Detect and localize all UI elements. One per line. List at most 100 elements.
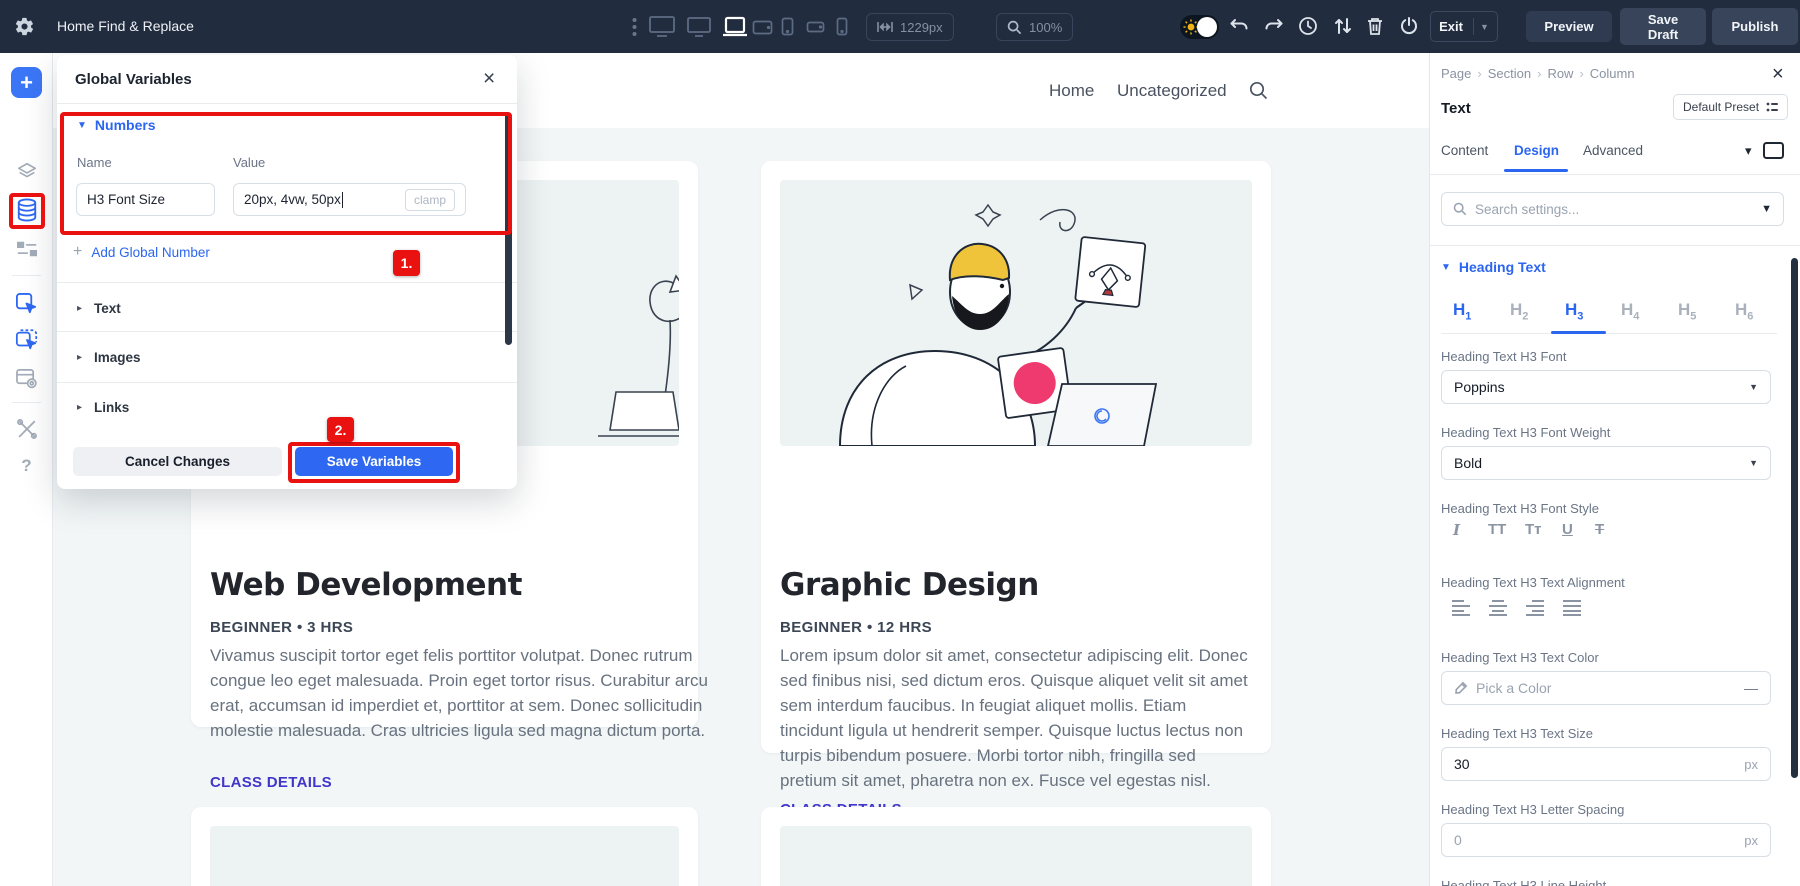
text-size-input[interactable]: 30 px [1441, 747, 1771, 781]
power-settings-icon[interactable] [1399, 16, 1419, 36]
exit-label: Exit [1439, 19, 1463, 34]
builder-settings-gear-icon[interactable] [14, 16, 35, 37]
images-section-header[interactable]: ▸ Images [77, 350, 141, 365]
site-search-icon[interactable] [1249, 81, 1268, 100]
italic-style-icon[interactable]: I [1453, 521, 1460, 539]
cancel-changes-button[interactable]: Cancel Changes [73, 447, 282, 476]
underline-style-icon[interactable]: U [1562, 521, 1573, 538]
heading-level-h4[interactable]: H4 [1621, 300, 1639, 322]
element-selector-icon[interactable] [0, 288, 53, 318]
import-export-icon[interactable] [1334, 16, 1352, 36]
breakpoint-tablet-landscape-icon[interactable] [752, 20, 773, 35]
breadcrumb-column[interactable]: Column [1590, 66, 1635, 81]
align-right-icon[interactable] [1525, 599, 1545, 616]
links-section-header[interactable]: ▸ Links [77, 400, 129, 415]
settings-search-input[interactable]: Search settings... ▼ [1441, 192, 1784, 226]
annotation-box-numbers-section [60, 112, 512, 235]
align-center-icon[interactable] [1488, 599, 1508, 616]
text-section-header[interactable]: ▸ Text [77, 301, 121, 316]
duplicate-selector-icon[interactable] [0, 325, 53, 355]
add-global-number-button[interactable]: + Add Global Number [73, 243, 210, 261]
filter-icon[interactable]: ▼ [1761, 203, 1772, 215]
trash-icon[interactable] [1366, 16, 1384, 36]
align-justify-icon[interactable] [1562, 599, 1582, 616]
course-card-graphic-design[interactable]: Graphic Design BEGINNER • 12 HRS Lorem i… [761, 161, 1271, 753]
course-card-partial-right[interactable]: A [761, 807, 1271, 886]
tab-design[interactable]: Design [1514, 143, 1559, 158]
active-tab-underline [1504, 169, 1568, 172]
zoom-magnifier-icon [1007, 20, 1022, 35]
course-card-partial-left[interactable] [191, 807, 698, 886]
layers-tree-icon[interactable] [0, 157, 53, 187]
undo-icon[interactable] [1229, 17, 1249, 35]
dark-mode-toggle[interactable] [1180, 15, 1219, 39]
strikethrough-style-icon[interactable]: T [1595, 521, 1604, 538]
modal-divider [57, 382, 517, 383]
breadcrumb-row[interactable]: Row [1547, 66, 1573, 81]
uppercase-style-icon[interactable]: TT [1488, 521, 1506, 538]
class-details-link[interactable]: CLASS DETAILS [210, 774, 332, 791]
publish-button[interactable]: Publish [1712, 8, 1798, 45]
template-library-icon[interactable] [0, 363, 53, 393]
add-element-button[interactable]: + [11, 67, 42, 98]
nav-link-home[interactable]: Home [1049, 53, 1094, 128]
align-left-icon[interactable] [1451, 599, 1471, 616]
breakpoint-phone-portrait-icon[interactable] [836, 17, 848, 36]
tab-advanced[interactable]: Advanced [1583, 143, 1643, 158]
canvas-zoom-control[interactable]: 100% [996, 13, 1073, 41]
preview-label: Preview [1544, 19, 1593, 34]
links-section-label: Links [94, 400, 129, 415]
font-style-label: Heading Text H3 Font Style [1441, 501, 1599, 516]
canvas-width-control[interactable]: 1229px [866, 13, 954, 41]
font-weight-select[interactable]: Bold ▼ [1441, 446, 1771, 480]
font-select[interactable]: Poppins ▼ [1441, 370, 1771, 404]
help-glyph: ? [21, 456, 31, 476]
settings-sliders-icon[interactable] [0, 234, 53, 264]
heading-level-h6[interactable]: H6 [1735, 300, 1753, 322]
default-preset-label: Default Preset [1683, 100, 1759, 114]
font-weight-value: Bold [1454, 455, 1482, 471]
panel-close-icon[interactable]: × [1772, 63, 1784, 86]
heading-level-h1[interactable]: H1 [1453, 300, 1471, 322]
heading-level-h3-active[interactable]: H3 [1565, 300, 1583, 322]
help-icon[interactable]: ? [0, 451, 53, 481]
text-color-label: Heading Text H3 Text Color [1441, 650, 1599, 665]
heading-level-h5[interactable]: H5 [1678, 300, 1696, 322]
breakpoint-desktop-icon[interactable] [686, 16, 712, 38]
save-draft-label: Save Draft [1640, 12, 1686, 42]
more-options-icon[interactable] [632, 17, 637, 37]
exit-button[interactable]: Exit ▼ [1430, 11, 1498, 42]
clear-color-dash-icon[interactable]: — [1744, 680, 1758, 696]
breakpoint-desktop-large-icon[interactable] [648, 15, 676, 38]
responsive-preview-icon[interactable] [1762, 141, 1785, 160]
redo-icon[interactable] [1264, 17, 1284, 35]
default-preset-button[interactable]: Default Preset [1673, 94, 1788, 120]
tab-content[interactable]: Content [1441, 143, 1488, 158]
nav-link-category[interactable]: Uncategorized [1117, 53, 1227, 128]
heading-text-section-header[interactable]: ▼ Heading Text [1441, 259, 1546, 275]
panel-scrollbar[interactable] [1791, 258, 1798, 778]
breakpoint-phone-landscape-icon[interactable] [806, 21, 825, 33]
course-illustration-graphic-design [780, 180, 1252, 446]
tools-icon[interactable] [0, 414, 53, 444]
spacing-unit[interactable]: px [1744, 833, 1758, 848]
text-color-input[interactable]: Pick a Color — [1441, 671, 1771, 705]
breadcrumb-section[interactable]: Section [1488, 66, 1531, 81]
plus-icon: + [73, 243, 82, 261]
letter-spacing-input[interactable]: 0 px [1441, 823, 1771, 857]
history-clock-icon[interactable] [1298, 16, 1318, 36]
breakpoint-laptop-icon-active[interactable] [722, 16, 748, 38]
course-illustration-partial: A [780, 826, 1252, 886]
modal-close-icon[interactable]: × [483, 69, 495, 89]
breakpoint-tablet-portrait-icon[interactable] [781, 17, 794, 36]
sidebar-divider [12, 402, 41, 403]
step-2-label: 2. [335, 422, 347, 438]
exit-caret-icon[interactable]: ▼ [1474, 22, 1489, 32]
capitalize-style-icon[interactable]: Tᴛ [1525, 521, 1542, 538]
size-unit[interactable]: px [1744, 757, 1758, 772]
breadcrumb-page[interactable]: Page [1441, 66, 1471, 81]
preview-button[interactable]: Preview [1526, 11, 1612, 42]
heading-level-h2[interactable]: H2 [1510, 300, 1528, 322]
tab-options-caret-icon[interactable]: ▾ [1745, 143, 1752, 159]
save-draft-button[interactable]: Save Draft [1620, 8, 1706, 45]
